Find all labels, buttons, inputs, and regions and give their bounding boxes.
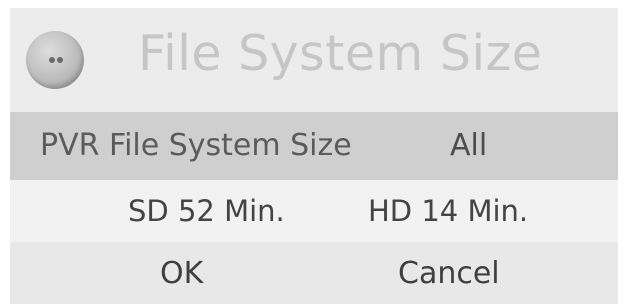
ok-button[interactable]: OK <box>160 256 203 291</box>
dialog-titlebar: File System Size <box>10 8 618 112</box>
pvr-file-system-size-label: PVR File System Size <box>40 128 352 163</box>
dialog-title: File System Size <box>138 25 543 82</box>
dialog-button-row: OK Cancel <box>10 242 618 304</box>
disc-icon <box>26 31 84 89</box>
disc-icon-dot <box>57 57 63 63</box>
pvr-file-system-size-row[interactable]: PVR File System Size All <box>10 112 618 180</box>
sd-capacity-text: SD 52 Min. <box>128 194 285 228</box>
pvr-file-system-size-value[interactable]: All <box>450 128 487 163</box>
capacity-info-row: SD 52 Min. HD 14 Min. <box>10 180 618 242</box>
file-system-size-dialog: File System Size PVR File System Size Al… <box>10 8 618 304</box>
hd-capacity-text: HD 14 Min. <box>368 194 529 228</box>
disc-icon-dot <box>49 57 55 63</box>
cancel-button[interactable]: Cancel <box>398 256 500 291</box>
